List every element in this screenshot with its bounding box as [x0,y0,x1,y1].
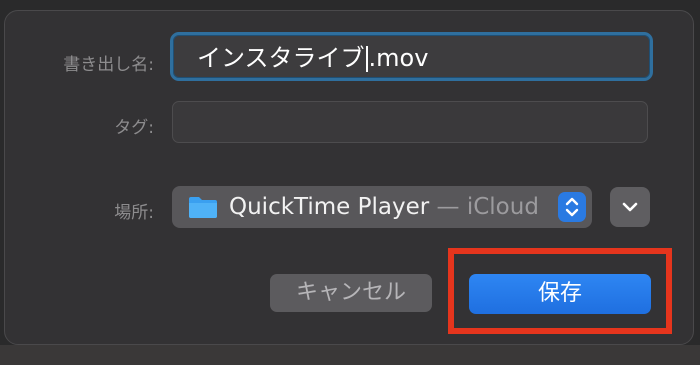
up-down-chevron-icon[interactable] [558,192,586,222]
highlight-annotation [448,248,672,334]
chevron-down-icon [622,202,638,212]
location-folder: QuickTime Player [229,194,430,220]
text-caret [365,46,368,72]
location-text: QuickTime Player — iCloud [229,192,539,222]
tags-label: タグ: [114,118,154,138]
cancel-button[interactable]: キャンセル [270,274,432,312]
location-service: — iCloud [429,194,539,220]
filename-before-caret: インスタライブ [197,44,365,72]
expand-button[interactable] [610,187,650,227]
backdrop-strip [0,345,700,365]
where-label: 場所: [114,203,154,223]
filename-extension: .mov [368,44,429,72]
filename-field[interactable]: インスタライブ .mov [170,32,653,81]
filename-text: インスタライブ .mov [197,44,428,72]
tags-field[interactable] [172,101,648,143]
filename-label: 書き出し名: [63,55,154,75]
folder-icon [189,197,217,218]
location-popup[interactable]: QuickTime Player — iCloud [172,186,592,228]
